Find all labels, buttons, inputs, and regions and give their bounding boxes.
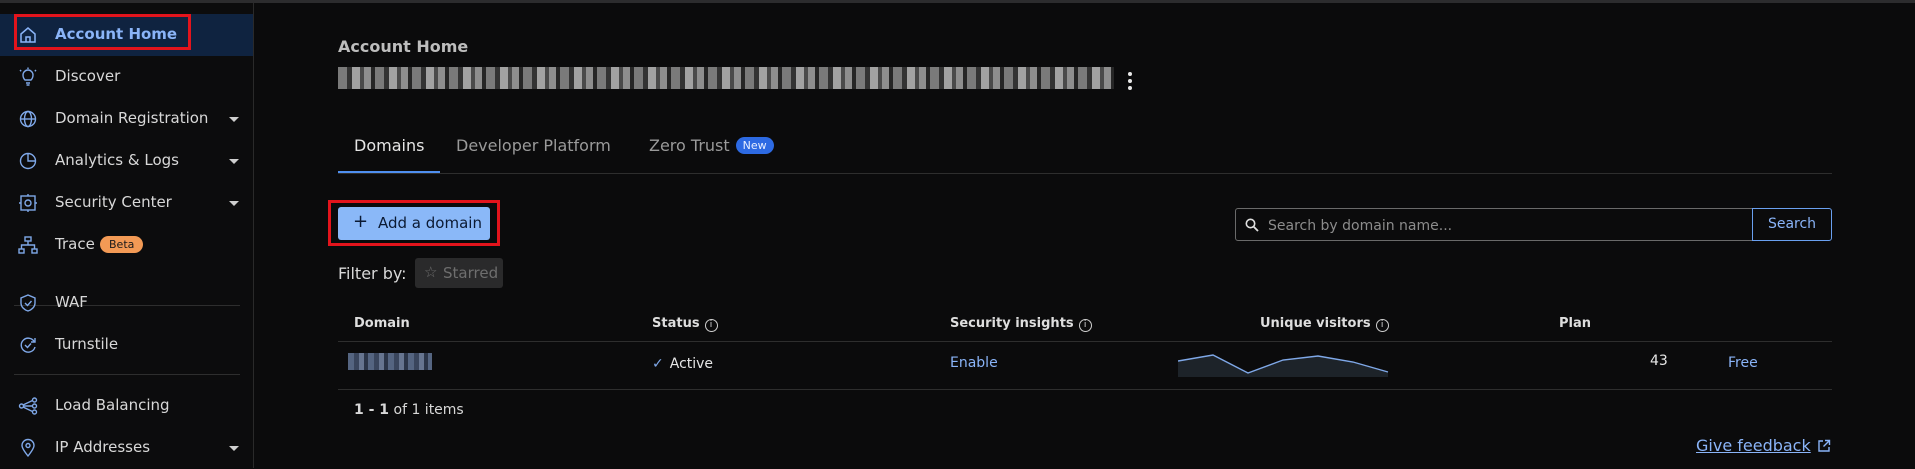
plan-link[interactable]: Free <box>1728 353 1758 371</box>
info-icon[interactable]: i <box>1078 319 1092 332</box>
column-header-label: Security insights <box>950 316 1074 331</box>
sidebar-item-turnstile[interactable]: Turnstile <box>0 324 253 366</box>
trace-icon <box>18 235 38 255</box>
pie-chart-icon <box>18 151 38 171</box>
load-balancing-icon <box>18 396 38 416</box>
tab-bar: Domains Developer Platform Zero Trust New <box>338 123 1832 174</box>
enable-security-insights-link[interactable]: Enable <box>950 353 998 371</box>
column-header-label: Status <box>652 316 700 331</box>
new-badge: New <box>735 137 774 154</box>
sidebar-item-label: Account Home <box>55 25 178 43</box>
main-content: Account Home Domains Developer Platform … <box>254 3 1915 468</box>
add-domain-button[interactable]: + Add a domain <box>338 207 490 240</box>
sidebar-item-analytics-logs[interactable]: Analytics & Logs <box>0 140 253 182</box>
tab-label: Zero Trust <box>649 136 730 155</box>
status-text: Active <box>669 356 714 372</box>
sidebar-item-label: Discover <box>55 67 121 85</box>
sidebar-item-label: Load Balancing <box>55 396 170 414</box>
domain-name-redacted[interactable] <box>348 353 432 370</box>
home-icon <box>18 25 38 45</box>
info-icon[interactable]: i <box>1375 319 1389 332</box>
account-menu-kebab-icon[interactable] <box>1120 70 1140 94</box>
sidebar-item-label: WAF <box>55 293 88 311</box>
sidebar-item-label: IP Addresses <box>55 438 151 456</box>
sidebar: Account Home Discover Domain Registratio… <box>0 3 254 468</box>
pagination-summary: 1 - 1 of 1 items <box>354 402 464 418</box>
starred-filter-button[interactable]: ☆ Starred <box>415 258 503 288</box>
sidebar-item-label: Domain Registration <box>55 109 209 127</box>
visitors-sparkline <box>1178 354 1389 377</box>
tab-developer-platform[interactable]: Developer Platform <box>456 136 611 155</box>
lightbulb-icon <box>18 67 38 87</box>
account-name-redacted <box>338 67 1114 89</box>
sidebar-divider <box>14 374 240 375</box>
chevron-down-icon[interactable] <box>229 201 239 206</box>
sidebar-item-trace[interactable]: Trace Beta <box>0 224 253 266</box>
give-feedback-link[interactable]: Give feedback <box>1696 436 1831 455</box>
column-header-plan: Plan <box>1559 316 1592 331</box>
active-tab-indicator <box>338 171 440 173</box>
sidebar-item-domain-registration[interactable]: Domain Registration <box>0 98 253 140</box>
shield-icon <box>18 293 38 313</box>
table-row: ✓ Active Enable 43 Free <box>338 341 1832 390</box>
globe-icon <box>18 109 38 129</box>
security-center-icon <box>18 193 38 213</box>
enable-link-text: Enable <box>950 355 998 371</box>
column-header-status: Status i <box>652 316 718 332</box>
sidebar-item-label: Security Center <box>55 193 172 211</box>
sidebar-item-security-center[interactable]: Security Center <box>0 182 253 224</box>
table-header: Domain Status i Security insights i Unique… <box>338 309 1832 342</box>
search-input[interactable] <box>1266 213 1740 239</box>
give-feedback-label: Give feedback <box>1696 436 1811 455</box>
location-pin-icon <box>18 438 38 458</box>
column-header-label: Unique visitors <box>1260 316 1371 331</box>
check-icon: ✓ <box>652 356 664 372</box>
info-icon[interactable]: i <box>704 319 718 332</box>
column-header-security-insights: Security insights i <box>950 316 1092 332</box>
beta-badge: Beta <box>100 236 144 253</box>
tab-domains[interactable]: Domains <box>354 136 424 155</box>
chevron-down-icon[interactable] <box>229 446 239 451</box>
column-header-domain: Domain <box>354 316 410 331</box>
pagination-total: of 1 items <box>393 402 464 418</box>
search-icon <box>1245 218 1259 232</box>
sidebar-item-account-home[interactable]: Account Home <box>0 14 253 56</box>
add-domain-label: Add a domain <box>378 214 482 232</box>
chevron-down-icon[interactable] <box>229 117 239 122</box>
pagination-range: 1 - 1 <box>354 402 390 418</box>
sidebar-item-waf[interactable]: WAF <box>0 282 253 324</box>
tab-zero-trust[interactable]: Zero Trust New <box>649 136 774 155</box>
unique-visitors-count: 43 <box>1650 353 1668 369</box>
external-link-icon <box>1818 439 1830 452</box>
status-cell: ✓ Active <box>652 356 713 372</box>
filter-label: Filter by: <box>338 264 407 283</box>
sidebar-item-load-balancing[interactable]: Load Balancing <box>0 385 253 427</box>
star-icon: ☆ <box>424 263 438 281</box>
search-button[interactable]: Search <box>1752 208 1832 241</box>
sidebar-item-label: Trace <box>55 235 95 253</box>
plus-icon: + <box>353 211 369 232</box>
column-header-unique-visitors: Unique visitors i <box>1260 316 1389 332</box>
sidebar-item-label: Turnstile <box>55 335 119 353</box>
sidebar-item-discover[interactable]: Discover <box>0 56 253 98</box>
page-section-label: Account Home <box>338 37 469 56</box>
search-field[interactable] <box>1235 208 1753 241</box>
sidebar-item-label: Analytics & Logs <box>55 151 179 169</box>
chevron-down-icon[interactable] <box>229 159 239 164</box>
sidebar-item-ip-addresses[interactable]: IP Addresses <box>0 427 253 469</box>
starred-label: Starred <box>443 264 499 282</box>
turnstile-icon <box>18 335 38 355</box>
plan-link-text: Free <box>1728 355 1758 371</box>
